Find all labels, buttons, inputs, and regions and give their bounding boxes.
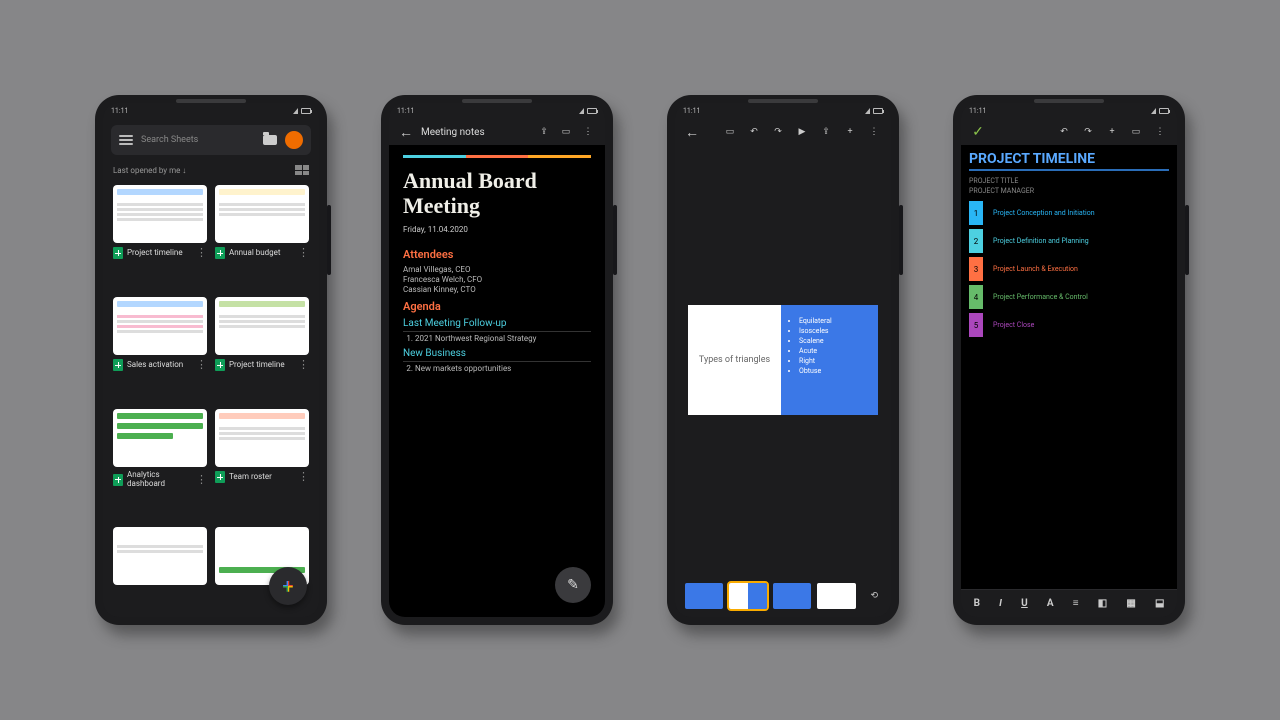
filter-bar: Last opened by me ↓	[103, 161, 319, 179]
undo-icon[interactable]: ↶	[747, 125, 761, 139]
more-icon[interactable]: ⋮	[581, 125, 595, 139]
menu-icon[interactable]	[119, 135, 133, 145]
present-icon[interactable]: ▶	[795, 125, 809, 139]
phase-row[interactable]: 2Project Definition and Planning	[969, 229, 1169, 253]
phase-row[interactable]: 4Project Performance & Control	[969, 285, 1169, 309]
sheets-toolbar: ↶ ↷ + ▭ ⋮	[961, 119, 1177, 145]
file-tile[interactable]: Project timeline⋮	[113, 185, 207, 289]
align-icon[interactable]: ≡	[1073, 598, 1079, 609]
bold-button[interactable]: B	[974, 598, 980, 609]
undo-icon[interactable]: ↶	[1057, 125, 1071, 139]
signal-icon	[293, 108, 298, 114]
slide-bullets: Equilateral Isosceles Scalene Acute Righ…	[781, 305, 878, 415]
doc-accent-stripe	[403, 155, 591, 158]
search-input[interactable]: Search Sheets	[141, 135, 255, 145]
create-fab[interactable]: +	[269, 567, 307, 605]
slide-title: Types of triangles	[688, 305, 781, 415]
more-icon[interactable]: ⋮	[1153, 125, 1167, 139]
add-icon[interactable]: +	[1105, 125, 1119, 139]
file-tile[interactable]: Project timeline⋮	[215, 297, 309, 401]
share-icon[interactable]: ⇪	[819, 125, 833, 139]
status-bar: 11:11	[389, 103, 605, 119]
sheets-icon	[113, 247, 123, 259]
spreadsheet-body[interactable]: PROJECT TIMELINE PROJECT TITLEPROJECT MA…	[961, 145, 1177, 589]
battery-icon	[301, 108, 311, 114]
slide-thumb[interactable]	[685, 583, 723, 609]
doc-title[interactable]: Meeting notes	[421, 127, 529, 138]
phone-sheets-editor: 11:11 ↶ ↷ + ▭ ⋮ PROJECT TIMELINE PROJECT…	[953, 95, 1185, 625]
file-grid: Project timeline⋮ Annual budget⋮ Sales a…	[103, 179, 319, 617]
current-slide[interactable]: Types of triangles Equilateral Isosceles…	[688, 305, 878, 415]
sheets-icon	[215, 247, 225, 259]
redo-icon[interactable]: ↷	[771, 125, 785, 139]
section-attendees: Attendees	[403, 248, 591, 261]
slides-toolbar: ▭ ↶ ↷ ▶ ⇪ + ⋮	[675, 119, 891, 145]
share-icon[interactable]: ⇪	[537, 125, 551, 139]
sheets-icon	[215, 359, 225, 371]
cast-icon[interactable]: ▭	[723, 125, 737, 139]
phone-docs: 11:11 Meeting notes ⇪ ▭ ⋮ Annual Board M…	[381, 95, 613, 625]
slide-canvas[interactable]: Types of triangles Equilateral Isosceles…	[675, 145, 891, 575]
section-agenda: Agenda	[403, 300, 591, 313]
underline-button[interactable]: U	[1021, 598, 1028, 609]
docs-appbar: Meeting notes ⇪ ▭ ⋮	[389, 119, 605, 145]
slide-thumb-selected[interactable]	[729, 583, 767, 609]
file-tile[interactable]: Team roster⋮	[215, 409, 309, 519]
status-time: 11:11	[111, 107, 128, 115]
back-icon[interactable]	[399, 125, 413, 139]
subsection-new-business: New Business	[403, 348, 591, 362]
italic-button[interactable]: I	[999, 598, 1002, 609]
phone-slides: 11:11 ▭ ↶ ↷ ▶ ⇪ + ⋮ Types of triangles E…	[667, 95, 899, 625]
borders-icon[interactable]: ▦	[1126, 598, 1135, 609]
sheet-meta: PROJECT TITLEPROJECT MANAGER	[969, 177, 1169, 195]
file-tile[interactable]: Annual budget⋮	[215, 185, 309, 289]
pencil-icon	[567, 577, 579, 593]
folder-icon[interactable]	[263, 135, 277, 145]
status-bar: 11:11	[675, 103, 891, 119]
doc-body[interactable]: Annual Board Meeting Friday, 11.04.2020 …	[389, 145, 605, 617]
search-bar[interactable]: Search Sheets	[111, 125, 311, 155]
status-bar: 11:11	[103, 103, 319, 119]
subsection-last-meeting: Last Meeting Follow-up	[403, 318, 591, 332]
fill-color-icon[interactable]: ◧	[1098, 598, 1107, 609]
add-icon[interactable]: +	[843, 125, 857, 139]
format-toolbar: B I U A ≡ ◧ ▦ ⬓	[961, 589, 1177, 617]
comment-icon[interactable]: ▭	[559, 125, 573, 139]
comment-icon[interactable]: ▭	[1129, 125, 1143, 139]
text-color-button[interactable]: A	[1047, 598, 1054, 609]
doc-date: Friday, 11.04.2020	[403, 225, 591, 234]
view-toggle-icon[interactable]	[295, 165, 309, 175]
doc-heading: Annual Board Meeting	[403, 168, 591, 219]
edit-fab[interactable]	[555, 567, 591, 603]
sort-label[interactable]: Last opened by me ↓	[113, 166, 186, 175]
account-avatar[interactable]	[285, 131, 303, 149]
filmstrip: ⟲	[675, 575, 891, 617]
phone-sheets-list: 11:11 Search Sheets Last opened by me ↓ …	[95, 95, 327, 625]
plus-icon: +	[283, 574, 294, 598]
sheets-icon	[113, 474, 123, 486]
file-tile[interactable]: Sales activation⋮	[113, 297, 207, 401]
back-icon[interactable]	[685, 125, 699, 139]
phase-row[interactable]: 1Project Conception and Initiation	[969, 201, 1169, 225]
slide-thumb[interactable]	[817, 583, 855, 609]
sheets-icon	[113, 359, 123, 371]
speaker-notes-icon[interactable]: ⟲	[868, 589, 881, 603]
slide-thumb[interactable]	[773, 583, 811, 609]
sheet-heading: PROJECT TIMELINE	[969, 151, 1169, 171]
phase-row[interactable]: 5Project Close	[969, 313, 1169, 337]
done-icon[interactable]	[971, 125, 985, 139]
phase-row[interactable]: 3Project Launch & Execution	[969, 257, 1169, 281]
more-icon[interactable]: ⋮	[867, 125, 881, 139]
status-bar: 11:11	[961, 103, 1177, 119]
file-tile[interactable]	[113, 527, 207, 611]
redo-icon[interactable]: ↷	[1081, 125, 1095, 139]
sheets-icon	[215, 471, 225, 483]
file-tile[interactable]: Analytics dashboard⋮	[113, 409, 207, 519]
merge-icon[interactable]: ⬓	[1155, 598, 1164, 609]
